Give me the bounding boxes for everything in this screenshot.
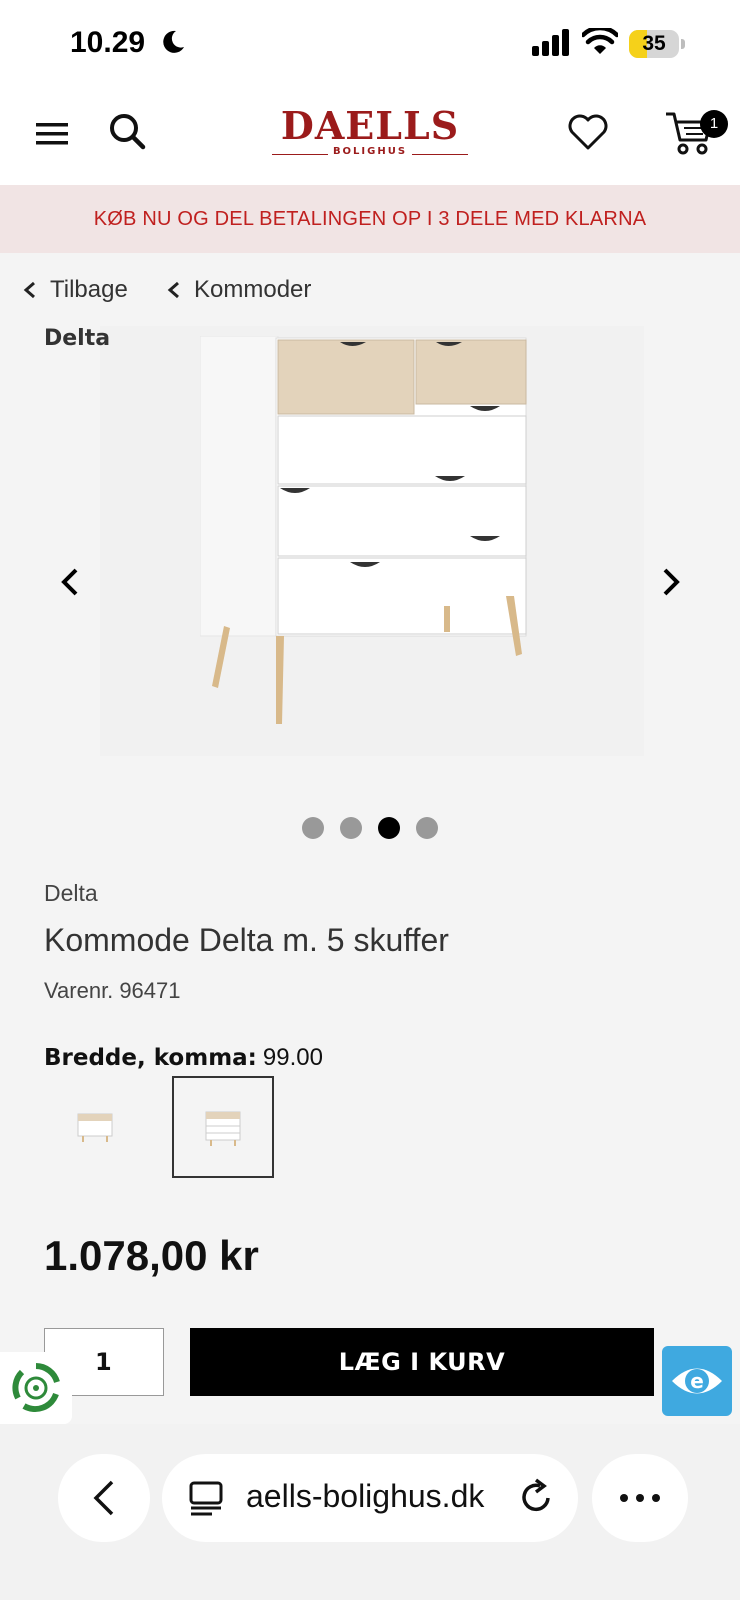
variant-thumbnail-image (205, 1111, 241, 1146)
back-link-label: Tilbage (50, 276, 128, 303)
gallery-prev-button[interactable] (56, 562, 86, 602)
browser-more-button[interactable] (592, 1454, 688, 1542)
variant-thumbnail-image (77, 1113, 113, 1142)
variant-value: 99.00 (262, 1044, 323, 1071)
product-brand[interactable]: Delta (44, 880, 98, 907)
battery-level: 35 (642, 32, 666, 55)
promo-banner[interactable]: KØB NU OG DEL BETALINGEN OP I 3 DELE MED… (0, 185, 740, 253)
category-link[interactable]: Kommoder (166, 272, 311, 308)
gallery-dot-active[interactable] (378, 817, 400, 839)
chevron-left-icon (167, 281, 179, 299)
gallery-dot[interactable] (340, 817, 362, 839)
accessibility-widget[interactable]: e (662, 1346, 732, 1416)
search-icon[interactable] (106, 110, 148, 152)
category-link-label: Kommoder (194, 276, 312, 303)
product-sku: Varenr. 96471 (44, 978, 181, 1004)
recycle-icon (12, 1363, 60, 1413)
back-link[interactable]: Tilbage (22, 272, 128, 308)
gallery-pagination (302, 817, 438, 841)
eye-icon: e (672, 1368, 722, 1394)
variant-thumbnail-selected[interactable] (172, 1076, 274, 1178)
back-icon (93, 1480, 114, 1516)
signal-icon (532, 29, 569, 56)
gallery-dot[interactable] (302, 817, 324, 839)
gallery-dot[interactable] (416, 817, 438, 839)
tabs-icon (189, 1481, 223, 1516)
site-header: DAELLS BOLIGHUS 1 (0, 90, 740, 185)
url-text: aells-bolighus.dk (246, 1478, 485, 1514)
reload-icon[interactable] (518, 1478, 556, 1518)
add-to-cart-button[interactable]: LÆG I KURV (190, 1328, 654, 1396)
moon-icon (163, 30, 184, 53)
battery-icon: 35 (629, 30, 685, 58)
more-icon (620, 1494, 660, 1502)
svg-text:e: e (690, 1369, 704, 1393)
variant-label: Bredde, komma: 99.00 (44, 1044, 323, 1072)
address-bar[interactable]: aells-bolighus.dk (162, 1454, 578, 1542)
eco-badge-widget[interactable] (0, 1352, 72, 1424)
site-logo[interactable]: DAELLS BOLIGHUS (272, 106, 468, 166)
status-bar: 10.29 35 (0, 0, 740, 90)
heart-icon[interactable] (566, 110, 610, 154)
product-price: 1.078,00 kr (44, 1232, 259, 1279)
sku-value: 96471 (119, 978, 181, 1003)
sku-label: Varenr. (44, 978, 114, 1003)
promo-text: KØB NU OG DEL BETALINGEN OP I 3 DELE MED… (93, 208, 647, 230)
variant-thumbnail[interactable] (44, 1076, 146, 1178)
gallery-next-button[interactable] (655, 562, 685, 602)
logo-sub: BOLIGHUS (332, 146, 408, 157)
product-title: Kommode Delta m. 5 skuffer (44, 922, 449, 958)
variant-label-text: Bredde, komma: (44, 1045, 257, 1071)
product-image[interactable] (200, 336, 550, 746)
browser-back-button[interactable] (58, 1454, 150, 1542)
menu-icon[interactable] (34, 116, 70, 152)
wifi-icon (582, 28, 618, 54)
logo-main: DAELLS (280, 103, 460, 148)
gallery-brand-overlay: Delta (44, 326, 111, 351)
browser-toolbar: aells-bolighus.dk (0, 1424, 740, 1600)
chevron-left-icon (23, 281, 35, 299)
status-time: 10.29 (70, 26, 146, 59)
cart-count-badge: 1 (700, 110, 728, 138)
